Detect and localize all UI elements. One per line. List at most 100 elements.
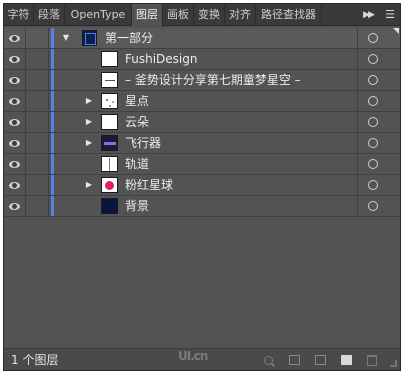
- layer-row[interactable]: 轨道: [4, 154, 400, 175]
- lock-toggle[interactable]: [27, 175, 49, 195]
- layer-row[interactable]: ▼ 第一部分: [4, 28, 400, 49]
- clipping-mask-icon[interactable]: [286, 352, 302, 368]
- watermark: UI.cn: [178, 349, 208, 363]
- expand-triangle-icon[interactable]: ▶: [84, 175, 94, 195]
- target-circle-icon[interactable]: [368, 54, 378, 64]
- eye-icon: [9, 181, 20, 189]
- target-circle-icon[interactable]: [368, 159, 378, 169]
- layer-list: ▼ 第一部分 FushiDesign – 釜势设计分享第七期童梦星空 – ▶ 星…: [4, 28, 400, 348]
- tab-layers[interactable]: 图层: [132, 4, 163, 27]
- tab-opentype[interactable]: OpenType: [65, 4, 132, 26]
- visibility-toggle[interactable]: [4, 49, 26, 69]
- eye-icon: [9, 160, 20, 168]
- divider: [357, 112, 358, 132]
- layer-row[interactable]: ▶ 飞行器: [4, 133, 400, 154]
- visibility-toggle[interactable]: [4, 91, 26, 111]
- layer-color-bar: [51, 28, 54, 48]
- ship-thumb-icon: [101, 135, 118, 151]
- trash-icon[interactable]: [364, 352, 380, 368]
- layer-color-bar: [51, 91, 54, 111]
- target-circle-icon[interactable]: [368, 33, 378, 43]
- new-sublayer-icon[interactable]: [312, 352, 328, 368]
- layer-name[interactable]: 第一部分: [105, 28, 153, 48]
- target-circle-icon[interactable]: [368, 138, 378, 148]
- lock-toggle[interactable]: [27, 154, 49, 174]
- layer-name[interactable]: 云朵: [125, 112, 149, 132]
- layer-row[interactable]: FushiDesign: [4, 49, 400, 70]
- lock-toggle[interactable]: [27, 49, 49, 69]
- visibility-toggle[interactable]: [4, 196, 26, 216]
- layer-count: 1 个图层: [11, 353, 59, 367]
- tab-align[interactable]: 对齐: [225, 4, 256, 26]
- layer-name[interactable]: 飞行器: [125, 133, 161, 153]
- eye-icon: [9, 139, 20, 147]
- divider: [357, 91, 358, 111]
- target-circle-icon[interactable]: [368, 96, 378, 106]
- visibility-toggle[interactable]: [4, 133, 26, 153]
- layer-row[interactable]: ▶ 星点: [4, 91, 400, 112]
- tab-artboards[interactable]: 画板: [163, 4, 194, 26]
- lock-toggle[interactable]: [27, 28, 49, 48]
- target-circle-icon[interactable]: [368, 75, 378, 85]
- visibility-toggle[interactable]: [4, 154, 26, 174]
- layer-name[interactable]: – 釜势设计分享第七期童梦星空 –: [125, 70, 301, 90]
- visibility-toggle[interactable]: [4, 112, 26, 132]
- eye-icon: [9, 55, 20, 63]
- layer-name[interactable]: 轨道: [125, 154, 149, 174]
- eye-icon: [9, 118, 20, 126]
- lock-toggle[interactable]: [27, 70, 49, 90]
- blank-thumb-icon: [101, 114, 118, 130]
- layer-row[interactable]: – 釜势设计分享第七期童梦星空 –: [4, 70, 400, 91]
- divider: [357, 175, 358, 195]
- layer-row[interactable]: ▶ 云朵: [4, 112, 400, 133]
- tab-pathfinder[interactable]: 路径查找器: [256, 4, 322, 26]
- divider: [357, 49, 358, 69]
- lock-toggle[interactable]: [27, 112, 49, 132]
- new-layer-icon[interactable]: [338, 352, 354, 368]
- visibility-toggle[interactable]: [4, 28, 26, 48]
- tab-transform[interactable]: 变换: [194, 4, 225, 26]
- layer-name[interactable]: 粉红星球: [125, 175, 173, 195]
- lock-toggle[interactable]: [27, 91, 49, 111]
- locate-object-icon[interactable]: [260, 352, 276, 368]
- eye-icon: [9, 34, 20, 42]
- layer-row[interactable]: ▶ 粉红星球: [4, 175, 400, 196]
- blank-thumb-icon: [101, 51, 118, 67]
- expand-triangle-icon[interactable]: ▶: [84, 133, 94, 153]
- planet-thumb-icon: [101, 177, 118, 193]
- expand-triangle-icon[interactable]: ▼: [61, 28, 71, 48]
- panel-menu-icon[interactable]: ☰: [380, 4, 400, 26]
- layer-color-bar: [51, 49, 54, 69]
- tab-bar: 字符 段落 OpenType 图层 画板 变换 对齐 路径查找器 ▶▶ ☰: [4, 4, 400, 27]
- lock-toggle[interactable]: [27, 196, 49, 216]
- divider: [357, 133, 358, 153]
- selection-corner-icon: [393, 28, 399, 34]
- layer-row[interactable]: 背景: [4, 196, 400, 217]
- divider: [357, 70, 358, 90]
- double-chevron-right-icon[interactable]: ▶▶: [354, 4, 382, 26]
- visibility-toggle[interactable]: [4, 70, 26, 90]
- target-circle-icon[interactable]: [368, 117, 378, 127]
- target-circle-icon[interactable]: [368, 180, 378, 190]
- divider: [357, 196, 358, 216]
- layer-name[interactable]: 星点: [125, 91, 149, 111]
- tab-character[interactable]: 字符: [4, 4, 34, 26]
- bg-thumb-icon: [101, 198, 118, 214]
- layer-color-bar: [51, 112, 54, 132]
- layer-name[interactable]: FushiDesign: [125, 49, 197, 69]
- dots-thumb-icon: [101, 93, 118, 109]
- layer-color-bar: [51, 133, 54, 153]
- lock-toggle[interactable]: [27, 133, 49, 153]
- expand-triangle-icon[interactable]: ▶: [84, 91, 94, 111]
- track-thumb-icon: [101, 156, 118, 172]
- eye-icon: [9, 76, 20, 84]
- layer-color-bar: [51, 154, 54, 174]
- target-circle-icon[interactable]: [368, 201, 378, 211]
- layer-color-bar: [51, 70, 54, 90]
- resize-grip-icon[interactable]: [390, 360, 397, 367]
- layers-panel: 字符 段落 OpenType 图层 画板 变换 对齐 路径查找器 ▶▶ ☰ ▼ …: [3, 3, 401, 371]
- visibility-toggle[interactable]: [4, 175, 26, 195]
- layer-name[interactable]: 背景: [125, 196, 149, 216]
- tab-paragraph[interactable]: 段落: [34, 4, 65, 26]
- expand-triangle-icon[interactable]: ▶: [84, 112, 94, 132]
